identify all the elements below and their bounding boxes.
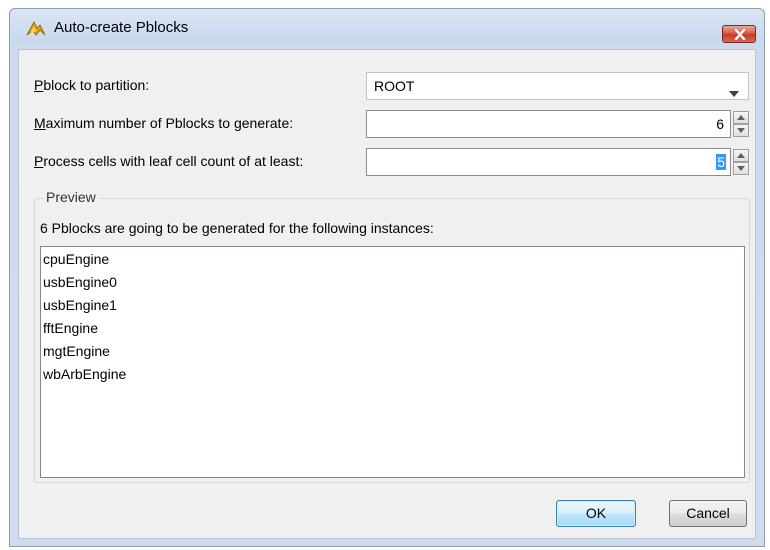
partition-label: Pblock to partition:	[34, 77, 150, 93]
partition-value: ROOT	[374, 78, 415, 94]
list-item[interactable]: cpuEngine	[41, 248, 744, 271]
increment-button[interactable]	[733, 111, 749, 124]
max-pblocks-value: 6	[716, 116, 724, 132]
cancel-button[interactable]: Cancel	[669, 500, 747, 527]
min-leaf-cells-field[interactable]: 5	[366, 148, 731, 176]
title-bar[interactable]: Auto-create Pblocks	[10, 9, 764, 45]
dialog-window: Auto-create Pblocks Pblock to partition:…	[9, 8, 765, 547]
chevron-down-icon	[737, 128, 745, 133]
dialog-title: Auto-create Pblocks	[54, 19, 189, 36]
list-item[interactable]: usbEngine0	[41, 271, 744, 294]
ok-button[interactable]: OK	[556, 500, 636, 527]
decrement-button[interactable]	[733, 124, 749, 137]
preview-info-text: 6 Pblocks are going to be generated for …	[40, 220, 434, 236]
list-item[interactable]: mgtEngine	[41, 340, 744, 363]
min-leaf-cells-value: 5	[716, 154, 726, 170]
chevron-down-icon	[737, 166, 745, 171]
close-button[interactable]	[722, 25, 756, 43]
close-icon	[734, 29, 746, 40]
chevron-up-icon	[737, 115, 745, 120]
min-leaf-cells-label: Process cells with leaf cell count of at…	[34, 153, 304, 169]
chevron-down-icon	[729, 84, 739, 100]
list-item[interactable]: wbArbEngine	[41, 363, 744, 386]
max-pblocks-spinner[interactable]: 6	[366, 110, 749, 138]
max-pblocks-label: Maximum number of Pblocks to generate:	[34, 115, 294, 131]
partition-select[interactable]: ROOT	[366, 72, 749, 100]
preview-legend: Preview	[43, 189, 99, 205]
list-item[interactable]: usbEngine1	[41, 294, 744, 317]
list-item[interactable]: fftEngine	[41, 317, 744, 340]
min-leaf-cells-spinner[interactable]: 5	[366, 148, 749, 176]
dialog-body: Pblock to partition: ROOT Maximum number…	[18, 49, 756, 539]
instances-list[interactable]: cpuEngine usbEngine0 usbEngine1 fftEngin…	[40, 246, 745, 478]
chevron-up-icon	[737, 153, 745, 158]
decrement-button[interactable]	[733, 162, 749, 175]
vivado-logo-icon	[26, 19, 46, 37]
increment-button[interactable]	[733, 149, 749, 162]
max-pblocks-field[interactable]: 6	[366, 110, 731, 138]
